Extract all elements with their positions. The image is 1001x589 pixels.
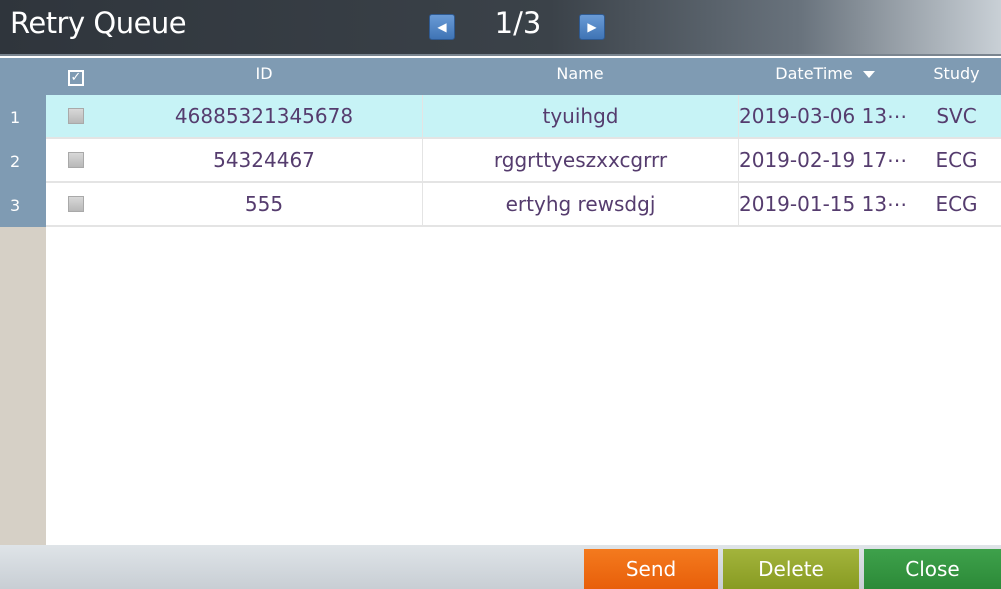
column-header-id[interactable]: ID <box>106 58 422 95</box>
row-number: 3 <box>0 183 46 227</box>
prev-page-button[interactable]: ◀ <box>429 14 455 40</box>
send-button[interactable]: Send <box>584 549 718 589</box>
row-number: 2 <box>0 139 46 183</box>
checked-box-icon: ✓ <box>68 70 84 86</box>
table-row[interactable]: 46885321345678 tyuihgd 2019-03-06 13⋯ SV… <box>46 95 1001 139</box>
triangle-left-icon: ◀ <box>437 20 447 34</box>
title-bar: Retry Queue ◀ 1/3 ▶ <box>0 0 1001 56</box>
sort-descending-icon <box>862 71 875 78</box>
window-title: Retry Queue <box>10 6 187 40</box>
column-header-name[interactable]: Name <box>422 58 738 95</box>
cell-id: 46885321345678 <box>174 104 354 128</box>
cell-datetime: 2019-02-19 17⋯ <box>738 139 912 183</box>
delete-button[interactable]: Delete <box>723 549 859 589</box>
cell-name: ertyhg rewsdgj <box>422 183 738 227</box>
cell-datetime: 2019-03-06 13⋯ <box>738 95 912 139</box>
select-all-checkbox[interactable]: ✓ <box>46 58 106 95</box>
table-row[interactable]: 555 ertyhg rewsdgj 2019-01-15 13⋯ ECG <box>46 183 1001 227</box>
column-header-datetime[interactable]: DateTime <box>738 58 912 95</box>
gutter-header <box>0 58 46 95</box>
cell-id: 54324467 <box>213 148 315 172</box>
datetime-header-label: DateTime <box>775 64 853 83</box>
row-checkbox-cell[interactable] <box>46 183 106 227</box>
cell-study: ECG <box>935 148 978 172</box>
row-checkbox[interactable] <box>68 195 84 212</box>
cell-study: ECG <box>935 192 978 216</box>
close-button[interactable]: Close <box>864 549 1001 589</box>
row-checkbox-cell[interactable] <box>46 139 106 183</box>
cell-name: rggrttyeszxxcgrrr <box>422 139 738 183</box>
row-checkbox[interactable] <box>68 107 84 124</box>
table-header: ✓ ID Name DateTime Study <box>46 58 1001 95</box>
column-header-study[interactable]: Study <box>912 58 1001 95</box>
page-indicator: 1/3 <box>494 6 542 40</box>
row-checkbox[interactable] <box>68 151 84 168</box>
triangle-right-icon: ▶ <box>587 20 597 34</box>
cell-study: SVC <box>936 104 977 128</box>
next-page-button[interactable]: ▶ <box>579 14 605 40</box>
retry-queue-table: ✓ ID Name DateTime Study 46885321345678 … <box>46 58 1001 545</box>
row-number: 1 <box>0 95 46 139</box>
row-checkbox-cell[interactable] <box>46 95 106 139</box>
cell-datetime: 2019-01-15 13⋯ <box>738 183 912 227</box>
action-bar: Send Delete Close <box>0 545 1001 589</box>
cell-id: 555 <box>244 192 284 216</box>
table-row[interactable]: 54324467 rggrttyeszxxcgrrr 2019-02-19 17… <box>46 139 1001 183</box>
row-number-gutter: 1 2 3 <box>0 58 46 545</box>
cell-name: tyuihgd <box>422 95 738 139</box>
